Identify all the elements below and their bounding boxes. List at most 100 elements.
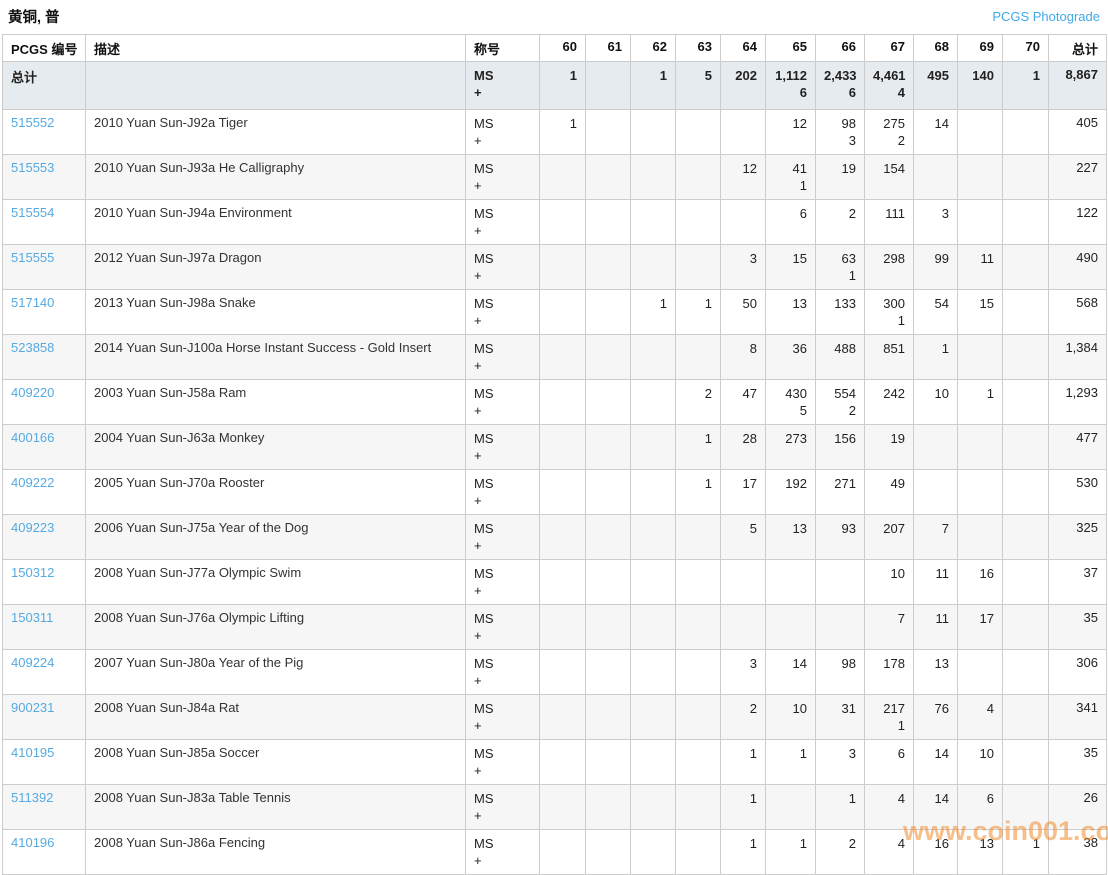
totals-grade-68: 495	[914, 62, 958, 110]
designation-ms: MS	[474, 340, 531, 357]
grade-64-cell: 1	[721, 830, 766, 875]
grade-70-cell	[1003, 470, 1049, 515]
grade-ms-value	[548, 520, 577, 537]
grade-ms-value: 192	[774, 475, 807, 492]
grade-ms-value	[639, 340, 667, 357]
grade-ms-value: 1	[1011, 67, 1040, 84]
designation-plus: +	[474, 402, 531, 419]
pcgs-number-link[interactable]: 515552	[11, 115, 54, 130]
pcgs-number-link[interactable]: 515554	[11, 205, 54, 220]
grade-plus-value	[548, 672, 577, 689]
grade-plus-value	[729, 402, 757, 419]
grade-plus-value	[548, 222, 577, 239]
grade-ms-value	[594, 250, 622, 267]
grade-ms-value	[594, 610, 622, 627]
grade-ms-value	[1011, 205, 1040, 222]
grade-ms-value	[774, 790, 807, 807]
pcgs-number-link[interactable]: 523858	[11, 340, 54, 355]
grade-ms-value: 11	[966, 250, 994, 267]
grade-plus-value	[774, 582, 807, 599]
grade-plus-value	[1011, 132, 1040, 149]
grade-plus-value	[639, 267, 667, 284]
pcgs-number-cell: 409220	[3, 380, 86, 425]
grade-plus-value	[684, 717, 712, 734]
grade-ms-value	[548, 835, 577, 852]
designation-ms: MS	[474, 745, 531, 762]
row-total-cell: 568	[1049, 290, 1107, 335]
grade-ms-value	[548, 745, 577, 762]
grade-plus-value	[966, 582, 994, 599]
grade-plus-value	[639, 582, 667, 599]
pcgs-number-link[interactable]: 511392	[11, 790, 53, 805]
grade-plus-value	[824, 762, 856, 779]
grade-67-cell: 3001	[865, 290, 914, 335]
grade-68-cell: 1	[914, 335, 958, 380]
grade-plus-value	[639, 447, 667, 464]
pcgs-number-link[interactable]: 409220	[11, 385, 54, 400]
grade-ms-value: 93	[824, 520, 856, 537]
grade-plus-value	[594, 447, 622, 464]
grade-plus-value	[774, 672, 807, 689]
grade-61-cell	[586, 335, 631, 380]
coin-description: 2008 Yuan Sun-J83a Table Tennis	[86, 785, 466, 830]
grade-64-cell	[721, 110, 766, 155]
pcgs-photograde-link[interactable]: PCGS Photograde	[992, 9, 1100, 24]
grade-ms-value: 36	[774, 340, 807, 357]
grade-plus-value: 5	[774, 402, 807, 419]
grade-ms-value: 1	[729, 745, 757, 762]
grade-66-cell: 983	[816, 110, 865, 155]
pcgs-number-link[interactable]: 400166	[11, 430, 54, 445]
row-total-cell: 38	[1049, 830, 1107, 875]
grade-plus-value	[873, 807, 905, 824]
pcgs-number-link[interactable]: 150311	[11, 610, 53, 625]
grade-ms-value	[639, 205, 667, 222]
grade-66-cell: 98	[816, 650, 865, 695]
grade-plus-value	[548, 177, 577, 194]
grade-ms-value	[774, 565, 807, 582]
grade-67-cell: 851	[865, 335, 914, 380]
title-bar: 黄铜, 普 PCGS Photograde	[2, 4, 1106, 34]
designation-ms: MS	[474, 475, 531, 492]
pcgs-number-cell: 511392	[3, 785, 86, 830]
grade-ms-value: 298	[873, 250, 905, 267]
grade-60-cell	[540, 695, 586, 740]
grade-65-cell: 411	[766, 155, 816, 200]
grade-plus-value	[729, 807, 757, 824]
grade-61-cell	[586, 650, 631, 695]
pcgs-number-link[interactable]: 150312	[11, 565, 54, 580]
grade-69-cell: 4	[958, 695, 1003, 740]
pcgs-number-link[interactable]: 410196	[11, 835, 54, 850]
grade-62-cell	[631, 470, 676, 515]
col-header-grade-61: 61	[586, 35, 631, 62]
pcgs-number-link[interactable]: 409224	[11, 655, 54, 670]
pcgs-number-link[interactable]: 409222	[11, 475, 54, 490]
grade-plus-value	[1011, 267, 1040, 284]
grade-62-cell	[631, 830, 676, 875]
pcgs-number-link[interactable]: 515555	[11, 250, 54, 265]
pcgs-number-link[interactable]: 409223	[11, 520, 54, 535]
grade-ms-value: 14	[922, 790, 949, 807]
grade-plus-value	[922, 717, 949, 734]
grade-plus-value: 6	[774, 84, 807, 101]
grade-68-cell: 54	[914, 290, 958, 335]
designation-plus: +	[474, 312, 531, 329]
grade-plus-value	[639, 402, 667, 419]
grade-ms-value: 300	[873, 295, 905, 312]
grade-ms-value	[594, 205, 622, 222]
grade-60-cell	[540, 470, 586, 515]
grade-63-cell: 1	[676, 290, 721, 335]
pcgs-number-link[interactable]: 517140	[11, 295, 54, 310]
grade-ms-value	[684, 700, 712, 717]
grade-65-cell: 6	[766, 200, 816, 245]
grade-65-cell	[766, 785, 816, 830]
grade-68-cell: 76	[914, 695, 958, 740]
grade-67-cell: 7	[865, 605, 914, 650]
pcgs-number-link[interactable]: 515553	[11, 160, 54, 175]
grade-ms-value	[1011, 115, 1040, 132]
pcgs-number-link[interactable]: 900231	[11, 700, 54, 715]
grade-67-cell: 298	[865, 245, 914, 290]
grade-ms-value: 1	[922, 340, 949, 357]
totals-grade-69: 140	[958, 62, 1003, 110]
pcgs-number-link[interactable]: 410195	[11, 745, 54, 760]
grade-ms-value: 1	[684, 475, 712, 492]
